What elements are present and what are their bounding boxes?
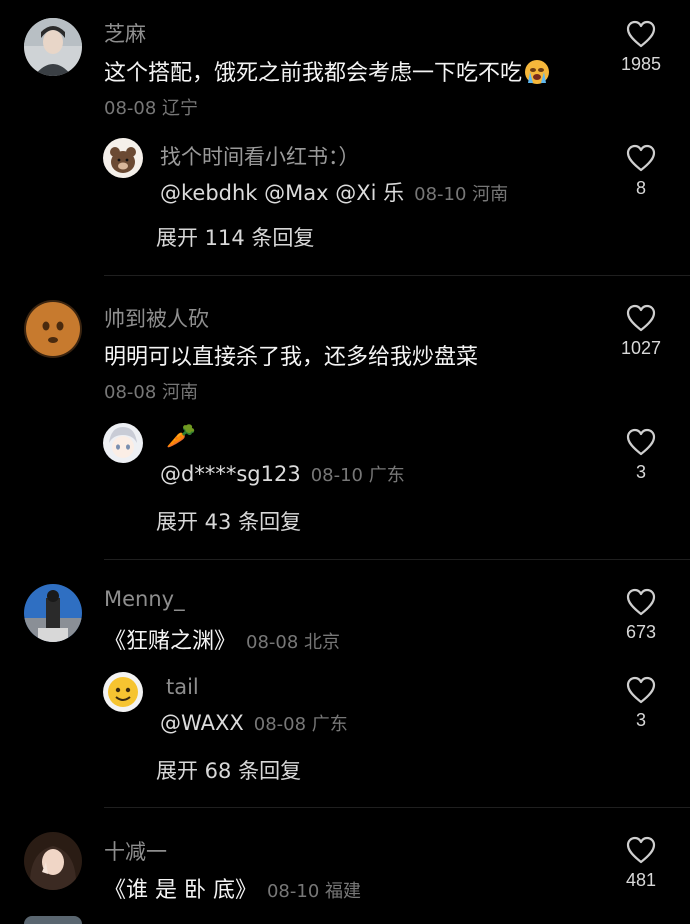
heart-outline-icon [626, 676, 656, 704]
expand-replies-button[interactable]: 展开 43 条回复 [156, 506, 301, 536]
reply-mentions[interactable]: @WAXX [160, 711, 244, 735]
reply-mentions[interactable]: @kebdhk @Max @Xi 乐 [160, 181, 404, 205]
comment-text-content: 这个搭配，饿死之前我都会考虑一下吃不吃 [104, 61, 523, 86]
comment-username[interactable]: 芝麻 [104, 18, 146, 48]
expand-replies-button[interactable]: 展开 68 条回复 [156, 755, 301, 785]
comment-text-content: 《谁 是 卧 底》 [104, 878, 257, 903]
like-count: 673 [625, 622, 657, 642]
comment-text: 《狂赌之渊》 08-08 北京 [104, 623, 340, 655]
reply-mentions-line: @d****sg123 08-10 广东 [160, 461, 405, 487]
comment-meta: 08-10 福建 [266, 881, 362, 902]
heart-outline-icon [626, 144, 656, 172]
reply-avatar[interactable] [103, 138, 143, 178]
like-button[interactable]: 1027 [610, 304, 672, 359]
reply-avatar[interactable] [103, 672, 143, 712]
comment-text: 《谁 是 卧 底》 08-10 福建 [104, 872, 361, 904]
reply-meta: 08-08 广东 [253, 714, 348, 735]
reply-mentions[interactable]: @d****sg123 [160, 462, 301, 486]
reply-text: 🥕 [166, 422, 196, 450]
like-button[interactable]: 481 [610, 836, 672, 891]
avatar[interactable] [24, 300, 82, 358]
like-count: 1985 [620, 54, 662, 74]
reply-text: 找个时间看小红书：） [160, 145, 360, 169]
reply-meta: 08-10 广东 [310, 465, 405, 486]
avatar[interactable] [24, 18, 82, 76]
crying-face-emoji-icon [524, 59, 550, 85]
divider [104, 807, 690, 808]
heart-outline-icon [626, 836, 656, 864]
comment-meta: 08-08 辽宁 [104, 98, 199, 119]
divider [104, 559, 690, 560]
expand-replies-button[interactable]: 展开 114 条回复 [156, 222, 314, 252]
like-count: 3 [635, 462, 646, 482]
heart-outline-icon [626, 20, 656, 48]
heart-outline-icon [626, 588, 656, 616]
like-count: 8 [635, 178, 646, 198]
comment-username[interactable]: Menny_ [104, 587, 185, 611]
comment-text-content: 《狂赌之渊》 [104, 629, 237, 654]
comment-meta: 08-08 河南 [104, 382, 199, 403]
like-count: 3 [635, 710, 646, 730]
reply-like-button[interactable]: 3 [610, 676, 672, 731]
comment-text: 这个搭配，饿死之前我都会考虑一下吃不吃 [104, 55, 550, 87]
comment-username[interactable]: 帅到被人砍 [104, 303, 209, 333]
like-button[interactable]: 1985 [610, 20, 672, 75]
avatar[interactable] [24, 584, 82, 642]
comment-username[interactable]: 十减一 [104, 836, 167, 866]
comment-meta: 08-08 北京 [246, 632, 341, 653]
reply-like-button[interactable]: 8 [610, 144, 672, 199]
reply-meta: 08-10 河南 [414, 184, 509, 205]
reply-like-button[interactable]: 3 [610, 428, 672, 483]
reply-username[interactable]: tail [166, 675, 199, 699]
like-count: 1027 [620, 338, 662, 358]
avatar[interactable] [24, 916, 82, 924]
heart-outline-icon [626, 304, 656, 332]
like-button[interactable]: 673 [610, 588, 672, 643]
reply-avatar[interactable] [103, 423, 143, 463]
like-count: 481 [625, 870, 657, 890]
heart-outline-icon [626, 428, 656, 456]
reply-mentions-line: @WAXX 08-08 广东 [160, 710, 348, 736]
divider [104, 275, 690, 276]
comment-text: 明明可以直接杀了我，还多给我炒盘菜 [104, 345, 479, 370]
reply-mentions-line: @kebdhk @Max @Xi 乐 08-10 河南 [160, 177, 508, 207]
avatar[interactable] [24, 832, 82, 890]
